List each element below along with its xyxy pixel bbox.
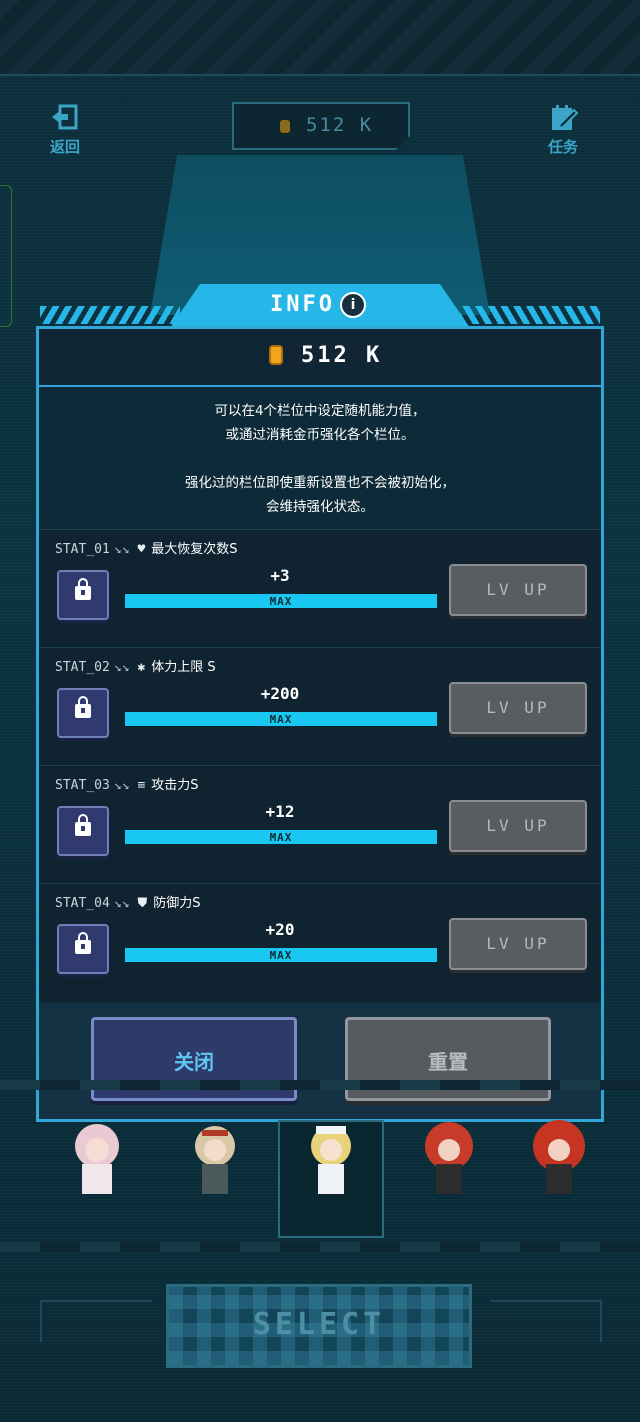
lv-up-button[interactable]: LV UP [449,800,587,852]
stat-header: STAT_04 ↘↘ ⛊ 防御力S [55,892,200,911]
coin-icon [269,345,283,365]
stat-value: +12 [265,802,295,821]
stat-progress-bar: MAX [125,594,437,608]
stat-progress-bar: MAX [125,712,437,726]
select-label: SELECT [252,1307,386,1342]
stat-value: +20 [265,920,295,939]
task-label: 任务 [548,138,579,156]
stat-header: STAT_03 ↘↘ ≡ 攻击力S [55,774,199,793]
asterisk-icon: ✱ [137,660,146,675]
description-line: 会维持强化状态。 [266,499,374,515]
lv-up-label: LV UP [486,698,550,717]
modal-coin-value: 512 K [301,343,383,368]
stat-slot-label: STAT_01 [55,542,110,557]
character-portrait[interactable] [180,1116,250,1196]
description-line: 或通过消耗金币强化各个栏位。 [225,427,415,443]
info-modal: 512 K 可以在4个栏位中设定随机能力值， 或通过消耗金币强化各个栏位。 强化… [36,326,604,1122]
lv-up-button[interactable]: LV UP [449,918,587,970]
stat-name: 最大恢复次数S [151,542,238,557]
arrow-icon: ↘↘ [113,542,130,557]
task-icon [552,105,578,130]
shield-icon: ⛊ [137,896,148,911]
coin-icon [280,120,290,133]
lv-up-button[interactable]: LV UP [449,564,587,616]
back-icon [52,104,78,130]
task-button[interactable]: 任务 [548,104,578,157]
info-icon: i [340,292,366,318]
stat-header: STAT_02 ↘↘ ✱ 体力上限 S [55,656,216,675]
character-row [0,1096,640,1236]
top-coin-display: 512 K [232,102,410,150]
modal-coin-row: 512 K [39,329,601,387]
stat-name: 体力上限 S [151,660,216,675]
bar-label: MAX [269,949,293,962]
lock-icon [75,578,91,600]
stat-slot-label: STAT_02 [55,660,110,675]
hazard-strip-top [0,1080,640,1090]
arrow-icon: ↘↘ [113,778,130,793]
lock-button[interactable] [57,570,109,620]
lv-up-label: LV UP [486,934,550,953]
circuit-decoration [40,1300,152,1342]
lv-up-label: LV UP [486,816,550,835]
close-label: 关闭 [174,1050,214,1074]
back-button[interactable]: 返回 [50,104,80,157]
select-button[interactable]: SELECT [166,1284,472,1368]
stat-name: 防御力S [153,896,201,911]
stat-value: +200 [260,684,300,703]
lock-button[interactable] [57,688,109,738]
modal-stripes-right [460,306,600,324]
circuit-decoration [490,1300,602,1342]
top-coin-value: 512 K [306,114,374,136]
character-portrait[interactable] [524,1116,594,1196]
modal-title-tab: INFO i [170,284,470,328]
lv-up-button[interactable]: LV UP [449,682,587,734]
character-portrait[interactable] [414,1116,484,1196]
reset-label: 重置 [428,1050,468,1074]
stat-slot-label: STAT_04 [55,896,110,911]
hazard-strip-bottom [0,1242,640,1252]
lock-button[interactable] [57,806,109,856]
stat-row-04: STAT_04 ↘↘ ⛊ 防御力S +20 MAX LV UP [39,883,601,1002]
top-hazard-strip [0,0,640,76]
stat-slot-label: STAT_03 [55,778,110,793]
description-line: 可以在4个栏位中设定随机能力值， [214,403,426,419]
back-label: 返回 [50,138,81,156]
stat-name: 攻击力S [151,778,199,793]
stat-row-03: STAT_03 ↘↘ ≡ 攻击力S +12 MAX LV UP [39,765,601,884]
stat-header: STAT_01 ↘↘ ♥ 最大恢复次数S [55,538,238,557]
stat-row-01: STAT_01 ↘↘ ♥ 最大恢复次数S +3 MAX LV UP [39,529,601,648]
lock-icon [75,932,91,954]
bar-label: MAX [269,831,293,844]
heart-icon: ♥ [137,542,146,557]
arrow-icon: ↘↘ [113,660,130,675]
bar-label: MAX [269,713,293,726]
stat-row-02: STAT_02 ↘↘ ✱ 体力上限 S +200 MAX LV UP [39,647,601,766]
lock-button[interactable] [57,924,109,974]
attack-icon: ≡ [137,778,146,793]
character-portrait[interactable] [62,1116,132,1196]
arrow-icon: ↘↘ [113,896,130,911]
bar-label: MAX [269,595,293,608]
description: 可以在4个栏位中设定随机能力值， 或通过消耗金币强化各个栏位。 强化过的栏位即使… [39,399,601,519]
stat-value: +3 [270,566,290,585]
modal-stripes-left [40,306,180,324]
side-tab[interactable] [0,185,12,327]
modal-title: INFO [270,292,335,317]
character-portrait[interactable] [296,1116,366,1196]
lv-up-label: LV UP [486,580,550,599]
stat-progress-bar: MAX [125,830,437,844]
stat-progress-bar: MAX [125,948,437,962]
lock-icon [75,696,91,718]
lock-icon [75,814,91,836]
description-line: 强化过的栏位即使重新设置也不会被初始化， [185,475,455,491]
